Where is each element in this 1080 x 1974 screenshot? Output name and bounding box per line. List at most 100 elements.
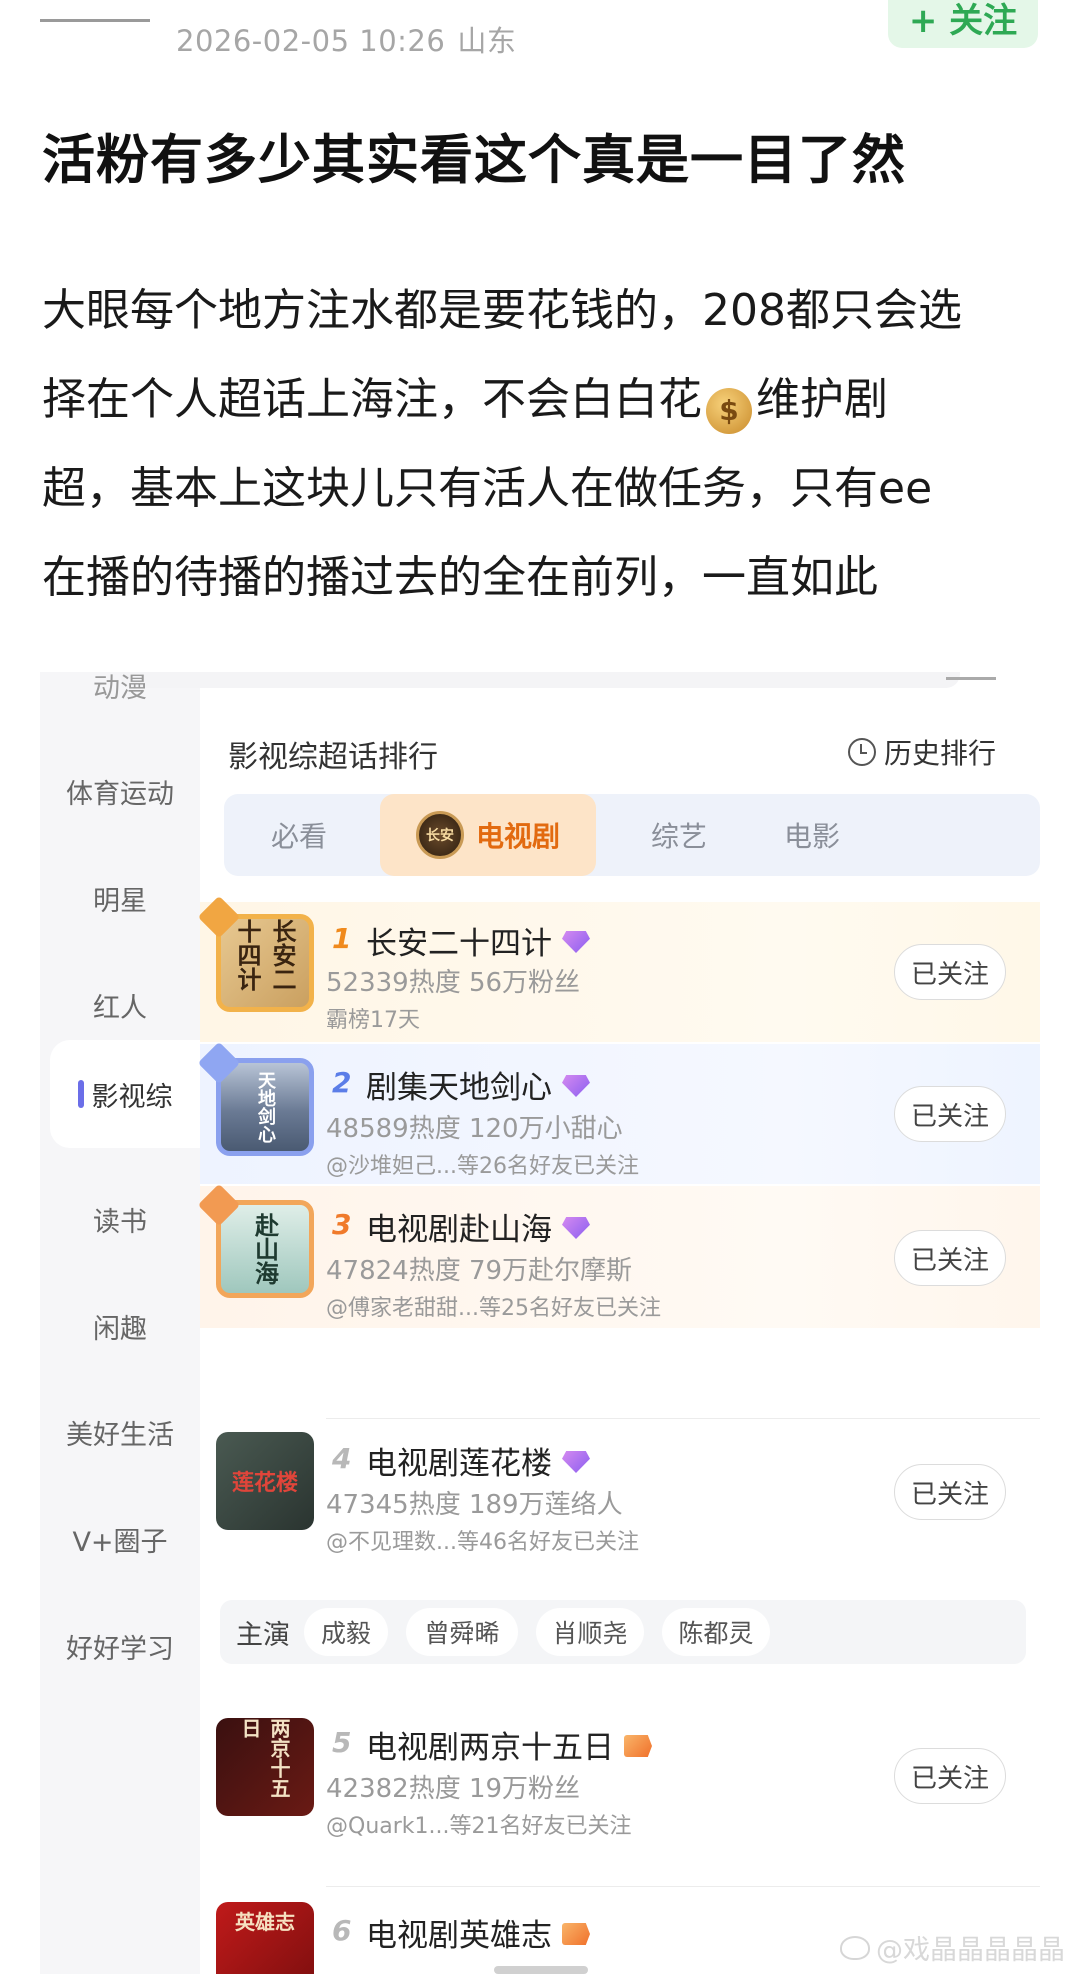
- topic-name-text: 长安二十四计: [366, 926, 552, 962]
- avatar[interactable]: [40, 0, 150, 22]
- diamond-icon: [562, 931, 590, 953]
- topic-name: 剧集天地剑心: [366, 1062, 590, 1107]
- embedded-screenshot: 动漫 体育运动 明星 红人 影视综 读书 闲趣 美好生活 V+圈子 好好学习 影…: [40, 672, 1040, 1974]
- tab-tv-series[interactable]: 长安 电视剧: [380, 794, 596, 876]
- sidebar-item-label: 影视综: [91, 1081, 173, 1113]
- top-right-fragment: [946, 672, 996, 680]
- search-bar-fragment: [120, 672, 960, 688]
- topic-name: 电视剧两京十五日: [366, 1722, 652, 1767]
- actor-chip[interactable]: 成毅: [304, 1608, 388, 1656]
- sidebar-item-film-tv[interactable]: 影视综: [50, 1040, 200, 1148]
- ranking-row[interactable]: 赴山海 3 电视剧赴山海 47824热度 79万赴尔摩斯 @傅家老甜甜...等2…: [197, 1183, 1040, 1328]
- diamond-icon: [562, 1075, 590, 1097]
- tab-label: 电视剧: [475, 820, 560, 853]
- poster-text: 英雄志: [235, 1910, 295, 1934]
- post-body-line: 超，基本上这块儿只有活人在做任务，只有ee: [42, 463, 933, 514]
- tab-variety[interactable]: 综艺: [604, 794, 754, 876]
- active-indicator: [77, 1080, 84, 1108]
- tab-must-watch[interactable]: 必看: [224, 794, 374, 876]
- topic-name: 电视剧莲花楼: [366, 1438, 590, 1483]
- followed-button[interactable]: 已关注: [894, 1748, 1006, 1804]
- topic-name-text: 电视剧英雄志: [366, 1918, 552, 1954]
- topic-name: 电视剧英雄志: [366, 1910, 590, 1955]
- actor-chip[interactable]: 肖顺尧: [536, 1608, 644, 1656]
- topic-subtext: @Quark1...等21名好友已关注: [326, 1814, 632, 1839]
- post-body-line: 在播的待播的播过去的全在前列，一直如此: [42, 552, 878, 603]
- ranking-title: 影视综超话排行: [228, 740, 438, 775]
- followed-button[interactable]: 已关注: [894, 1464, 1006, 1520]
- watermark-text: @戏晶晶晶晶晶: [876, 1935, 1065, 1966]
- rank-number: 1: [332, 922, 352, 955]
- topic-stats: 52339热度 56万粉丝: [326, 968, 581, 998]
- follow-button[interactable]: + 关注: [888, 0, 1038, 48]
- poster-text: 长安二十四计: [233, 919, 297, 991]
- money-bag-icon: $: [706, 388, 752, 434]
- sidebar-item-study[interactable]: 好好学习: [40, 1627, 200, 1666]
- topic-stats: 48589热度 120万小甜心: [326, 1114, 623, 1144]
- sidebar-item-anime[interactable]: 动漫: [40, 672, 200, 705]
- diamond-icon: [562, 1451, 590, 1473]
- diamond-icon: [562, 1217, 590, 1239]
- ranking-row[interactable]: 莲花楼 4 电视剧莲花楼 47345热度 189万莲络人 @不见理数...等46…: [200, 1420, 1040, 1560]
- poster-thumbnail: 长安二十四计: [216, 914, 314, 1012]
- rank-number: 2: [332, 1066, 352, 1099]
- sidebar-item-influencers[interactable]: 红人: [40, 986, 200, 1025]
- rank-number: 3: [332, 1208, 352, 1241]
- cast-bar: 主演 成毅 曾舜晞 肖顺尧 陈都灵: [220, 1600, 1026, 1664]
- post-meta: 2026-02-05 10:26 山东: [176, 18, 528, 60]
- post-body-line: 大眼每个地方注水都是要花钱的，208都只会选: [42, 285, 962, 336]
- topic-name: 长安二十四计: [366, 918, 590, 963]
- vip-badge-icon: [562, 1923, 590, 1945]
- topic-name-text: 电视剧赴山海: [366, 1212, 552, 1248]
- topic-name-text: 电视剧莲花楼: [366, 1446, 552, 1482]
- rank-number: 5: [332, 1726, 352, 1759]
- topic-subtext: @不见理数...等46名好友已关注: [326, 1530, 639, 1555]
- home-indicator[interactable]: [494, 1966, 588, 1974]
- topic-subtext: @傅家老甜甜...等25名好友已关注: [326, 1296, 661, 1321]
- vip-badge-icon: [624, 1735, 652, 1757]
- rank-number: 6: [332, 1914, 352, 1947]
- post-timestamp: 2026-02-05 10:26: [176, 24, 446, 58]
- history-ranking-link[interactable]: 历史排行: [848, 732, 996, 772]
- topic-subtext: @沙堆妲己...等26名好友已关注: [326, 1154, 639, 1179]
- tv-series-badge-icon: 长安: [415, 811, 464, 859]
- poster-thumbnail: 英雄志: [216, 1902, 314, 1974]
- sidebar-item-stars[interactable]: 明星: [40, 879, 200, 918]
- tab-movie[interactable]: 电影: [764, 794, 914, 876]
- cast-label: 主演: [236, 1619, 290, 1651]
- followed-button[interactable]: 已关注: [894, 1230, 1006, 1286]
- actor-chip[interactable]: 陈都灵: [662, 1608, 770, 1656]
- sidebar-item-vplus-circle[interactable]: V+圈子: [40, 1520, 200, 1559]
- sidebar-item-good-life[interactable]: 美好生活: [40, 1413, 200, 1452]
- weibo-watermark: @戏晶晶晶晶晶: [840, 1928, 1065, 1967]
- weibo-icon: [840, 1935, 870, 1960]
- actor-chip[interactable]: 曾舜晞: [406, 1608, 518, 1656]
- sidebar-item-sports[interactable]: 体育运动: [40, 772, 200, 811]
- topic-stats: 47345热度 189万莲络人: [326, 1490, 623, 1520]
- poster-text: 莲花楼: [231, 1471, 298, 1496]
- post-title: 活粉有多少其实看这个真是一目了然: [42, 130, 906, 191]
- sidebar-item-leisure[interactable]: 闲趣: [40, 1307, 200, 1346]
- ranking-row[interactable]: 两京十五日 5 电视剧两京十五日 42382热度 19万粉丝 @Quark1..…: [200, 1706, 1040, 1846]
- row-divider: [326, 1418, 1040, 1419]
- topic-stats: 42382热度 19万粉丝: [326, 1774, 581, 1804]
- post-body: 大眼每个地方注水都是要花钱的，208都只会选 择在个人超话上海注，不会白白花 $ 维…: [42, 266, 1042, 622]
- poster-thumbnail: 莲花楼: [216, 1432, 314, 1530]
- post-location: 山东: [457, 24, 517, 58]
- poster-thumbnail: 赴山海: [216, 1200, 314, 1298]
- post-body-line: 择在个人超话上海注，不会白白花 $ 维护剧: [42, 355, 1042, 444]
- poster-thumbnail: 两京十五日: [216, 1718, 314, 1816]
- sidebar-item-reading[interactable]: 读书: [40, 1200, 200, 1239]
- topic-name-text: 电视剧两京十五日: [366, 1730, 614, 1766]
- row-divider: [326, 1886, 1040, 1887]
- ranking-row[interactable]: 天地剑心 2 剧集天地剑心 48589热度 120万小甜心 @沙堆妲己...等2…: [197, 1041, 1040, 1184]
- followed-button[interactable]: 已关注: [894, 1086, 1006, 1142]
- topic-name: 电视剧赴山海: [366, 1204, 590, 1249]
- ranking-row[interactable]: 长安二十四计 1 长安二十四计 52339热度 56万粉丝 霸榜17天 已关注: [197, 895, 1040, 1042]
- topic-name-text: 剧集天地剑心: [366, 1070, 552, 1106]
- topic-stats: 47824热度 79万赴尔摩斯: [326, 1256, 633, 1286]
- post-body-text: 择在个人超话上海注，不会白白花: [42, 374, 702, 425]
- followed-button[interactable]: 已关注: [894, 944, 1006, 1000]
- clock-icon: [848, 738, 876, 766]
- topic-subtext: 霸榜17天: [326, 1008, 420, 1033]
